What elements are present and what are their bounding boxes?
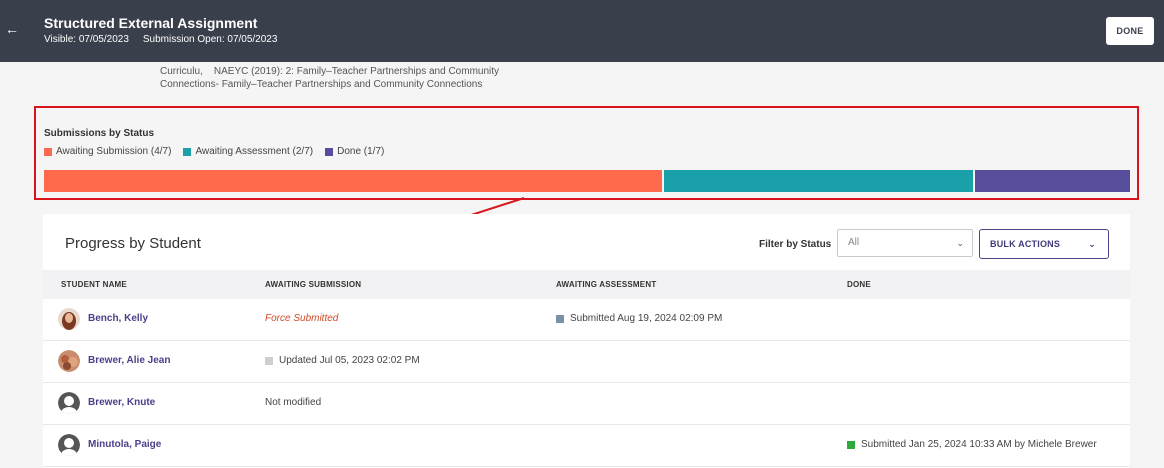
status-square-icon [265,356,273,365]
col-student-name: STUDENT NAME [61,280,127,289]
submission-open-date: Submission Open: 07/05/2023 [142,34,278,45]
table-row: Bench, Kelly Force Submitted Submitted A… [43,299,1130,341]
standards-text: Curriculu, NAEYC (2019): 2: Family–Teach… [160,65,499,91]
student-name-link[interactable]: Minutola, Paige [88,439,161,450]
col-awaiting-submission: AWAITING SUBMISSION [265,280,362,289]
legend-label: Done (1/7) [337,146,385,157]
col-done: DONE [847,280,871,289]
submissions-by-status: Submissions by Status Awaiting Submissio… [34,106,1139,200]
table-row: Brewer, Knute Not modified [43,383,1130,425]
filter-value: All [848,237,860,248]
table-header: STUDENT NAME AWAITING SUBMISSION AWAITIN… [43,270,1130,299]
seg-done [975,170,1130,192]
col-awaiting-assessment: AWAITING ASSESSMENT [556,280,657,289]
visible-date: Visible: 07/05/2023 [44,34,129,45]
awaiting-assessment-text: Submitted Aug 19, 2024 02:09 PM [570,313,723,324]
assignment-title: Structured External Assignment [44,15,258,31]
chevron-down-icon: ⌄ [1088,239,1096,249]
standards-line-1: Curriculu, NAEYC (2019): 2: Family–Teach… [160,66,500,77]
legend-swatch [325,147,334,156]
done-button[interactable]: DONE [1106,17,1154,45]
awaiting-submission-cell: Not modified [265,397,321,408]
chevron-down-icon: ⌄ [956,238,964,248]
filter-status-select[interactable]: All ⌄ [837,229,973,257]
status-chart-title: Submissions by Status [44,128,155,139]
bulk-actions-button[interactable]: BULK ACTIONS ⌄ [979,229,1109,259]
table-row: Brewer, Alie Jean Updated Jul 05, 2023 0… [43,341,1130,383]
awaiting-submission-cell: Force Submitted [265,313,338,324]
status-square-icon [556,314,564,323]
awaiting-assessment-cell: Submitted Aug 19, 2024 02:09 PM [556,313,722,324]
avatar [58,434,80,456]
done-cell: Submitted Jan 25, 2024 10:33 AM by Miche… [847,439,1097,450]
legend-label: Awaiting Submission (4/7) [56,146,172,157]
legend-swatch [183,147,192,156]
seg-awaiting-assessment [664,170,974,192]
standards-line-2: Connections- Family–Teacher Partnerships… [160,79,483,90]
back-arrow-icon[interactable]: ← [3,19,21,39]
legend-label: Awaiting Assessment (2/7) [195,146,314,157]
avatar [58,392,80,414]
legend-awaiting-submission: Awaiting Submission (4/7) [44,146,171,157]
progress-title: Progress by Student [65,235,201,252]
awaiting-submission-cell: Updated Jul 05, 2023 02:02 PM [265,355,420,366]
status-legend: Awaiting Submission (4/7) Awaiting Asses… [44,146,384,157]
legend-done: Done (1/7) [325,146,384,157]
avatar [58,350,80,372]
student-name-link[interactable]: Bench, Kelly [88,313,148,324]
status-square-icon [847,440,855,449]
awaiting-submission-text: Updated Jul 05, 2023 02:02 PM [279,355,420,366]
table-row: Minutola, Paige Submitted Jan 25, 2024 1… [43,425,1130,467]
student-name-link[interactable]: Brewer, Knute [88,397,155,408]
status-stacked-bar [44,170,1130,192]
awaiting-submission-text: Force Submitted [265,313,339,324]
done-text: Submitted Jan 25, 2024 10:33 AM by Miche… [861,439,1097,450]
top-bar: ← Structured External Assignment Visible… [0,0,1164,62]
awaiting-submission-text: Not modified [265,397,322,408]
bulk-actions-label: BULK ACTIONS [990,239,1061,249]
assignment-dates: Visible: 07/05/2023 Submission Open: 07/0… [44,34,277,45]
seg-awaiting-submission [44,170,663,192]
avatar [58,308,80,330]
filter-label: Filter by Status [759,239,832,250]
progress-card: Progress by Student Filter by Status All… [43,214,1130,468]
legend-awaiting-assessment: Awaiting Assessment (2/7) [183,146,313,157]
student-name-link[interactable]: Brewer, Alie Jean [88,355,170,366]
legend-swatch [44,147,52,156]
